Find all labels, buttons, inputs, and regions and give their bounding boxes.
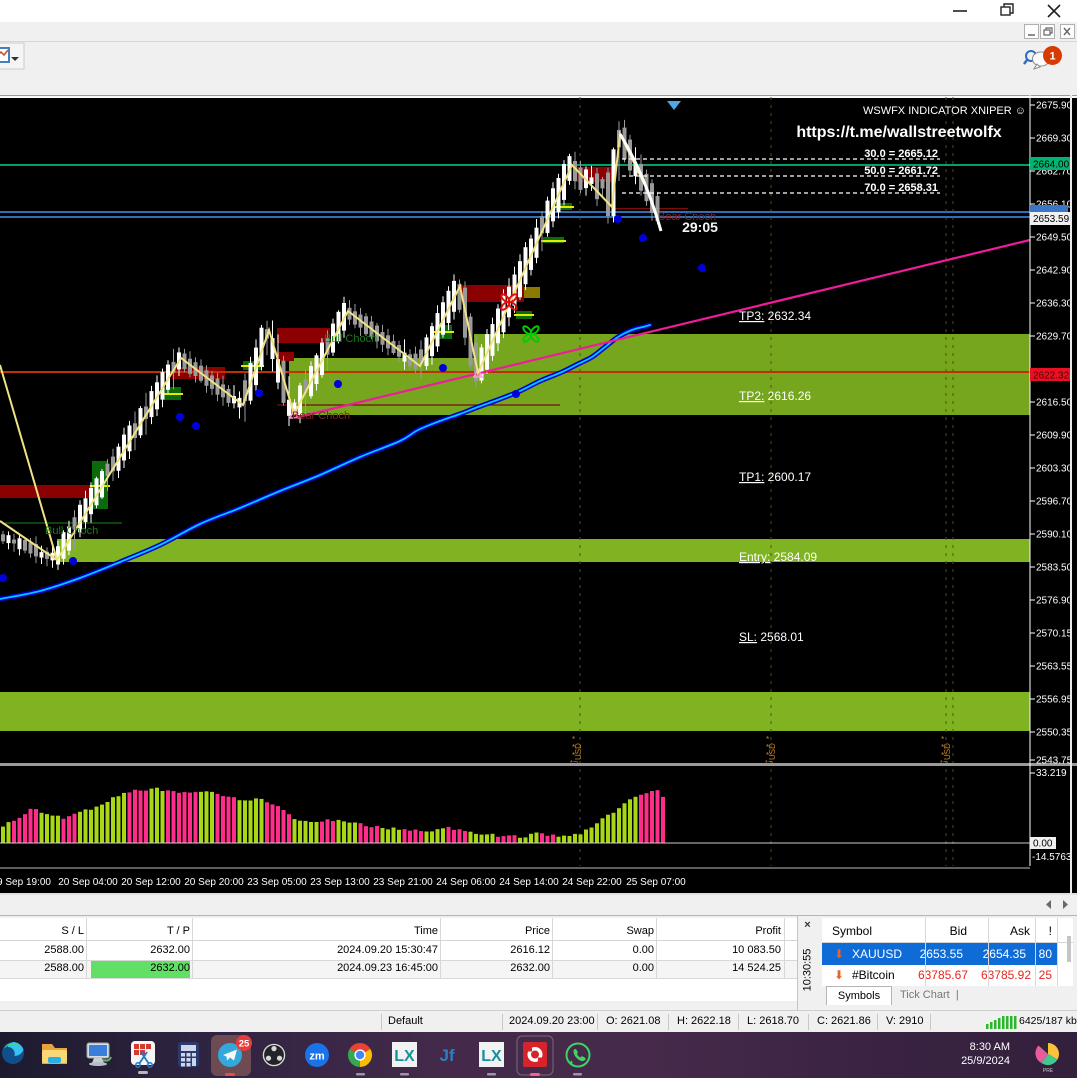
svg-text:1: 1 [1049,51,1055,63]
svg-text:23 Sep 21:00: 23 Sep 21:00 [373,877,433,888]
svg-text:50.0 = 2661.72: 50.0 = 2661.72 [864,165,938,177]
svg-text:Bull Choch: Bull Choch [324,333,377,345]
svg-text:LX: LX [481,1048,502,1065]
svg-text:2629.70: 2629.70 [1036,332,1073,343]
svg-text:24 Sep 14:00: 24 Sep 14:00 [499,877,559,888]
svg-text:Bull Choch: Bull Choch [45,525,98,537]
svg-text:2570.15: 2570.15 [1036,629,1073,640]
svg-text:2576.90: 2576.90 [1036,596,1073,607]
svg-text:WSWFX INDICATOR XNIPER ☺: WSWFX INDICATOR XNIPER ☺ [863,105,1026,117]
svg-text:2642.90: 2642.90 [1036,266,1073,277]
svg-text:2543.75: 2543.75 [1036,756,1073,767]
svg-text:25: 25 [239,1039,250,1050]
svg-text:-14.5763: -14.5763 [1032,852,1072,863]
svg-text:20 Sep 20:00: 20 Sep 20:00 [184,877,244,888]
svg-text:https://t.me/wallstreetwolfx: https://t.me/wallstreetwolfx [796,124,1001,141]
svg-text:USD: USD [574,743,583,760]
svg-text:Bear Choch: Bear Choch [658,211,716,223]
svg-text:24 Sep 06:00: 24 Sep 06:00 [436,877,496,888]
svg-text:2649.50: 2649.50 [1036,233,1073,244]
svg-text:2675.90: 2675.90 [1036,101,1073,112]
svg-text:25 Sep 07:00: 25 Sep 07:00 [626,877,686,888]
svg-text:Jf: Jf [439,1046,454,1065]
svg-text:2636.30: 2636.30 [1036,299,1073,310]
svg-text:TP1: 2600.17: TP1: 2600.17 [739,470,811,484]
svg-text:30.0 = 2665.12: 30.0 = 2665.12 [864,148,938,160]
svg-text:Entry: 2584.09: Entry: 2584.09 [739,550,817,564]
svg-text:USD: USD [943,743,952,760]
svg-text:TP2: 2616.26: TP2: 2616.26 [739,389,811,403]
svg-text:Bear Choch: Bear Choch [292,410,350,422]
svg-text:SL: 2568.01: SL: 2568.01 [739,630,804,644]
svg-text:USD: USD [768,743,777,760]
svg-text:2616.50: 2616.50 [1036,398,1073,409]
svg-text:2583.50: 2583.50 [1036,563,1073,574]
svg-text:2556.95: 2556.95 [1036,695,1073,706]
svg-text:2653.59: 2653.59 [1033,214,1070,225]
svg-text:2550.35: 2550.35 [1036,728,1073,739]
svg-text:2603.30: 2603.30 [1036,464,1073,475]
svg-text:2590.10: 2590.10 [1036,530,1073,541]
svg-text:70.0 = 2658.31: 70.0 = 2658.31 [864,182,938,194]
svg-text:2669.30: 2669.30 [1036,134,1073,145]
svg-text:20 Sep 04:00: 20 Sep 04:00 [58,877,118,888]
svg-text:2609.90: 2609.90 [1036,431,1073,442]
svg-text:0.00: 0.00 [1033,839,1053,850]
svg-text:24 Sep 22:00: 24 Sep 22:00 [562,877,622,888]
svg-text:33.219: 33.219 [1036,768,1067,779]
svg-text:zm: zm [309,1051,325,1063]
svg-text:TP3: 2632.34: TP3: 2632.34 [739,309,811,323]
svg-text:PRE: PRE [1043,1068,1054,1074]
svg-text:2664.00: 2664.00 [1033,160,1070,171]
svg-text:2563.55: 2563.55 [1036,662,1073,673]
svg-text:2596.70: 2596.70 [1036,497,1073,508]
svg-text:20 Sep 12:00: 20 Sep 12:00 [121,877,181,888]
svg-text:2622.32: 2622.32 [1033,371,1070,382]
svg-text:23 Sep 13:00: 23 Sep 13:00 [310,877,370,888]
svg-text:23 Sep 05:00: 23 Sep 05:00 [247,877,307,888]
svg-text:9 Sep 19:00: 9 Sep 19:00 [0,877,51,888]
svg-text:LX: LX [394,1048,415,1065]
